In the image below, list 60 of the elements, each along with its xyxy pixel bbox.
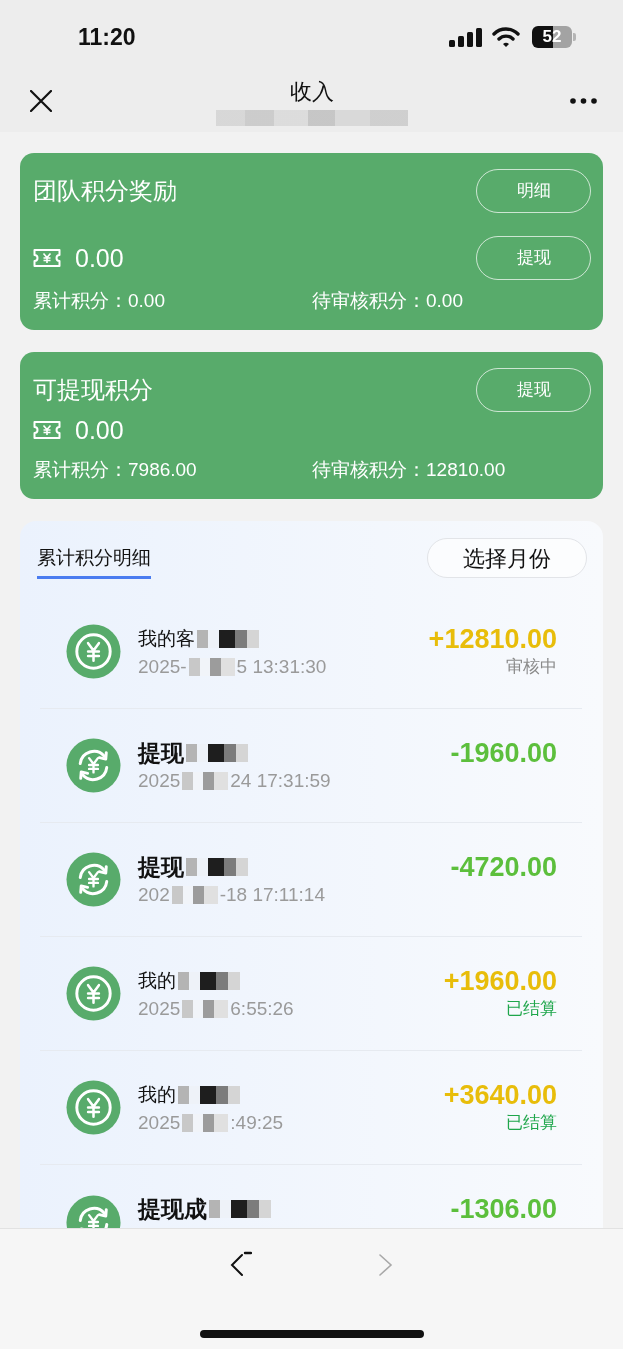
points-stat: 待审核积分：0.00	[312, 290, 463, 311]
pixelated-redaction	[178, 1085, 240, 1104]
record-title: 提现成	[138, 1195, 207, 1224]
close-icon[interactable]	[30, 90, 52, 112]
pixelated-redaction	[186, 743, 248, 762]
record-time: 24 17:31:59	[230, 768, 331, 793]
record-amount: -1960.00	[450, 737, 557, 768]
record-time: 5 13:31:30	[236, 654, 327, 679]
record-amount: -4720.00	[450, 851, 557, 882]
month-select-button[interactable]: 选择月份	[427, 538, 587, 578]
record-time: 2025-	[138, 654, 187, 679]
record-title: 我的	[138, 1082, 176, 1107]
page-title: 收入	[289, 79, 334, 105]
record-amount: +3640.00	[443, 1079, 557, 1110]
record-status: 已结算	[506, 997, 557, 1020]
records-tab[interactable]: 累计积分明细	[37, 546, 151, 579]
record-status: 审核中	[506, 655, 557, 678]
record-time: 202	[138, 882, 170, 907]
record-amount: +12810.00	[428, 623, 557, 654]
ticket-icon	[33, 247, 61, 268]
record-time: 2025	[138, 768, 181, 793]
record-status: 已结算	[506, 1111, 557, 1134]
points-stat: 累计积分：0.00	[33, 290, 165, 311]
pixelated-redaction	[197, 629, 259, 648]
yen-coin-icon	[66, 1080, 121, 1135]
pixelated-redaction	[182, 999, 229, 1018]
record-time: 2025	[138, 1110, 181, 1135]
ticket-icon	[33, 420, 61, 440]
card-title: 可提现积分	[33, 375, 153, 405]
back-icon[interactable]	[229, 1251, 252, 1277]
pixelated-redaction	[171, 885, 218, 904]
pixelated-redaction	[188, 657, 235, 676]
points-amount: 0.00	[75, 415, 124, 445]
card-title: 团队积分奖励	[33, 176, 177, 206]
record-title: 提现	[138, 852, 184, 882]
record-amount: -1306.00	[450, 1194, 557, 1224]
yen-exchange-icon	[66, 738, 121, 793]
pixelated-redaction	[182, 1113, 229, 1132]
clock-time: 11:20	[78, 25, 136, 49]
record-title: 我的	[138, 968, 176, 993]
more-icon[interactable]	[570, 98, 597, 104]
yen-coin-icon	[66, 624, 121, 679]
points-amount: 0.00	[75, 242, 124, 273]
yen-coin-icon	[66, 966, 121, 1021]
wifi-icon	[492, 27, 520, 47]
record-amount: +1960.00	[443, 965, 557, 996]
pixelated-redaction	[209, 1200, 271, 1218]
pixelated-redaction	[186, 857, 248, 876]
record-title: 提现	[138, 738, 184, 768]
record-time: 6:55:26	[230, 996, 294, 1021]
record-time: :49:25	[230, 1110, 284, 1135]
record-time: -18 17:11:14	[219, 882, 325, 907]
yen-exchange-icon	[66, 852, 121, 907]
record-title: 我的客	[138, 626, 195, 651]
pixelated-redaction	[182, 771, 229, 790]
points-stat: 待审核积分：12810.00	[312, 459, 506, 480]
points-stat: 累计积分：7986.00	[33, 459, 197, 480]
record-time: 2025	[138, 996, 181, 1021]
pixelated-redaction	[178, 971, 240, 990]
signal-icon	[449, 27, 482, 47]
